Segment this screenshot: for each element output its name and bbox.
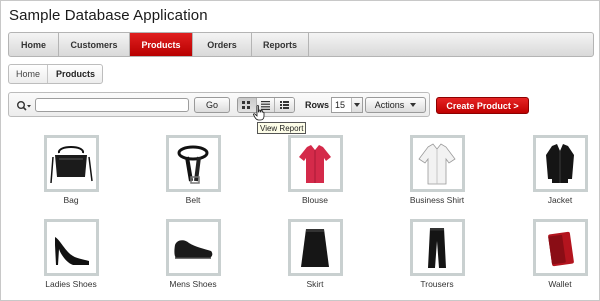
go-button[interactable]: Go bbox=[194, 97, 230, 113]
create-product-button[interactable]: Create Product > bbox=[436, 97, 529, 114]
product-card-business-shirt[interactable]: Business Shirt bbox=[397, 135, 477, 205]
view-report-tooltip: View Report bbox=[257, 122, 307, 134]
tab-products[interactable]: Products bbox=[130, 33, 193, 56]
hand-cursor-icon bbox=[253, 105, 265, 121]
main-tabs: Home Customers Products Orders Reports bbox=[8, 32, 594, 57]
view-mode-group bbox=[237, 97, 295, 113]
actions-button[interactable]: Actions bbox=[365, 97, 426, 113]
tab-home[interactable]: Home bbox=[9, 33, 59, 56]
blouse-icon bbox=[287, 135, 343, 192]
mens-shoe-icon bbox=[165, 219, 221, 276]
search-input[interactable] bbox=[35, 98, 189, 112]
tab-customers[interactable]: Customers bbox=[59, 33, 130, 56]
product-card-trousers[interactable]: Trousers bbox=[397, 219, 477, 289]
search-icon[interactable] bbox=[16, 99, 32, 111]
tab-orders[interactable]: Orders bbox=[193, 33, 252, 56]
actions-button-label: Actions bbox=[374, 100, 405, 110]
product-name: Bag bbox=[63, 195, 79, 205]
jacket-icon bbox=[532, 135, 588, 192]
product-card-blouse[interactable]: Blouse bbox=[275, 135, 355, 205]
product-card-ladies-shoes[interactable]: Ladies Shoes bbox=[31, 219, 111, 289]
rows-select-value: 15 bbox=[335, 100, 346, 110]
shirt-icon bbox=[409, 135, 465, 192]
breadcrumb: Home Products bbox=[8, 64, 104, 84]
detail-view-icon[interactable] bbox=[275, 98, 294, 112]
product-card-skirt[interactable]: Skirt bbox=[275, 219, 355, 289]
report-toolbar: Go Rows 15 Actions bbox=[8, 92, 430, 117]
product-card-mens-shoes[interactable]: Mens Shoes bbox=[153, 219, 233, 289]
bag-icon bbox=[43, 135, 99, 192]
product-card-bag[interactable]: Bag bbox=[31, 135, 111, 205]
belt-icon bbox=[165, 135, 221, 192]
rows-label: Rows bbox=[305, 100, 330, 110]
product-name: Business Shirt bbox=[409, 195, 465, 205]
product-name: Belt bbox=[185, 195, 201, 205]
product-name: Mens Shoes bbox=[169, 279, 217, 289]
chevron-down-icon bbox=[351, 98, 362, 112]
app-title: Sample Database Application bbox=[9, 7, 208, 24]
rows-select[interactable]: 15 bbox=[331, 97, 363, 113]
product-name: Blouse bbox=[302, 195, 328, 205]
product-name: Skirt bbox=[306, 279, 324, 289]
heel-shoe-icon bbox=[43, 219, 99, 276]
caret-down-icon bbox=[410, 103, 417, 107]
product-card-wallet[interactable]: Wallet bbox=[520, 219, 600, 289]
tab-reports[interactable]: Reports bbox=[252, 33, 309, 56]
breadcrumb-home[interactable]: Home bbox=[9, 65, 47, 83]
product-name: Trousers bbox=[420, 279, 454, 289]
trousers-icon bbox=[409, 219, 465, 276]
skirt-icon bbox=[287, 219, 343, 276]
product-name: Jacket bbox=[547, 195, 573, 205]
product-name: Wallet bbox=[548, 279, 572, 289]
app-window: Sample Database Application Home Custome… bbox=[0, 0, 600, 301]
product-card-belt[interactable]: Belt bbox=[153, 135, 233, 205]
wallet-icon bbox=[532, 219, 588, 276]
breadcrumb-current: Products bbox=[47, 65, 102, 83]
product-name: Ladies Shoes bbox=[45, 279, 97, 289]
product-card-jacket[interactable]: Jacket bbox=[520, 135, 600, 205]
